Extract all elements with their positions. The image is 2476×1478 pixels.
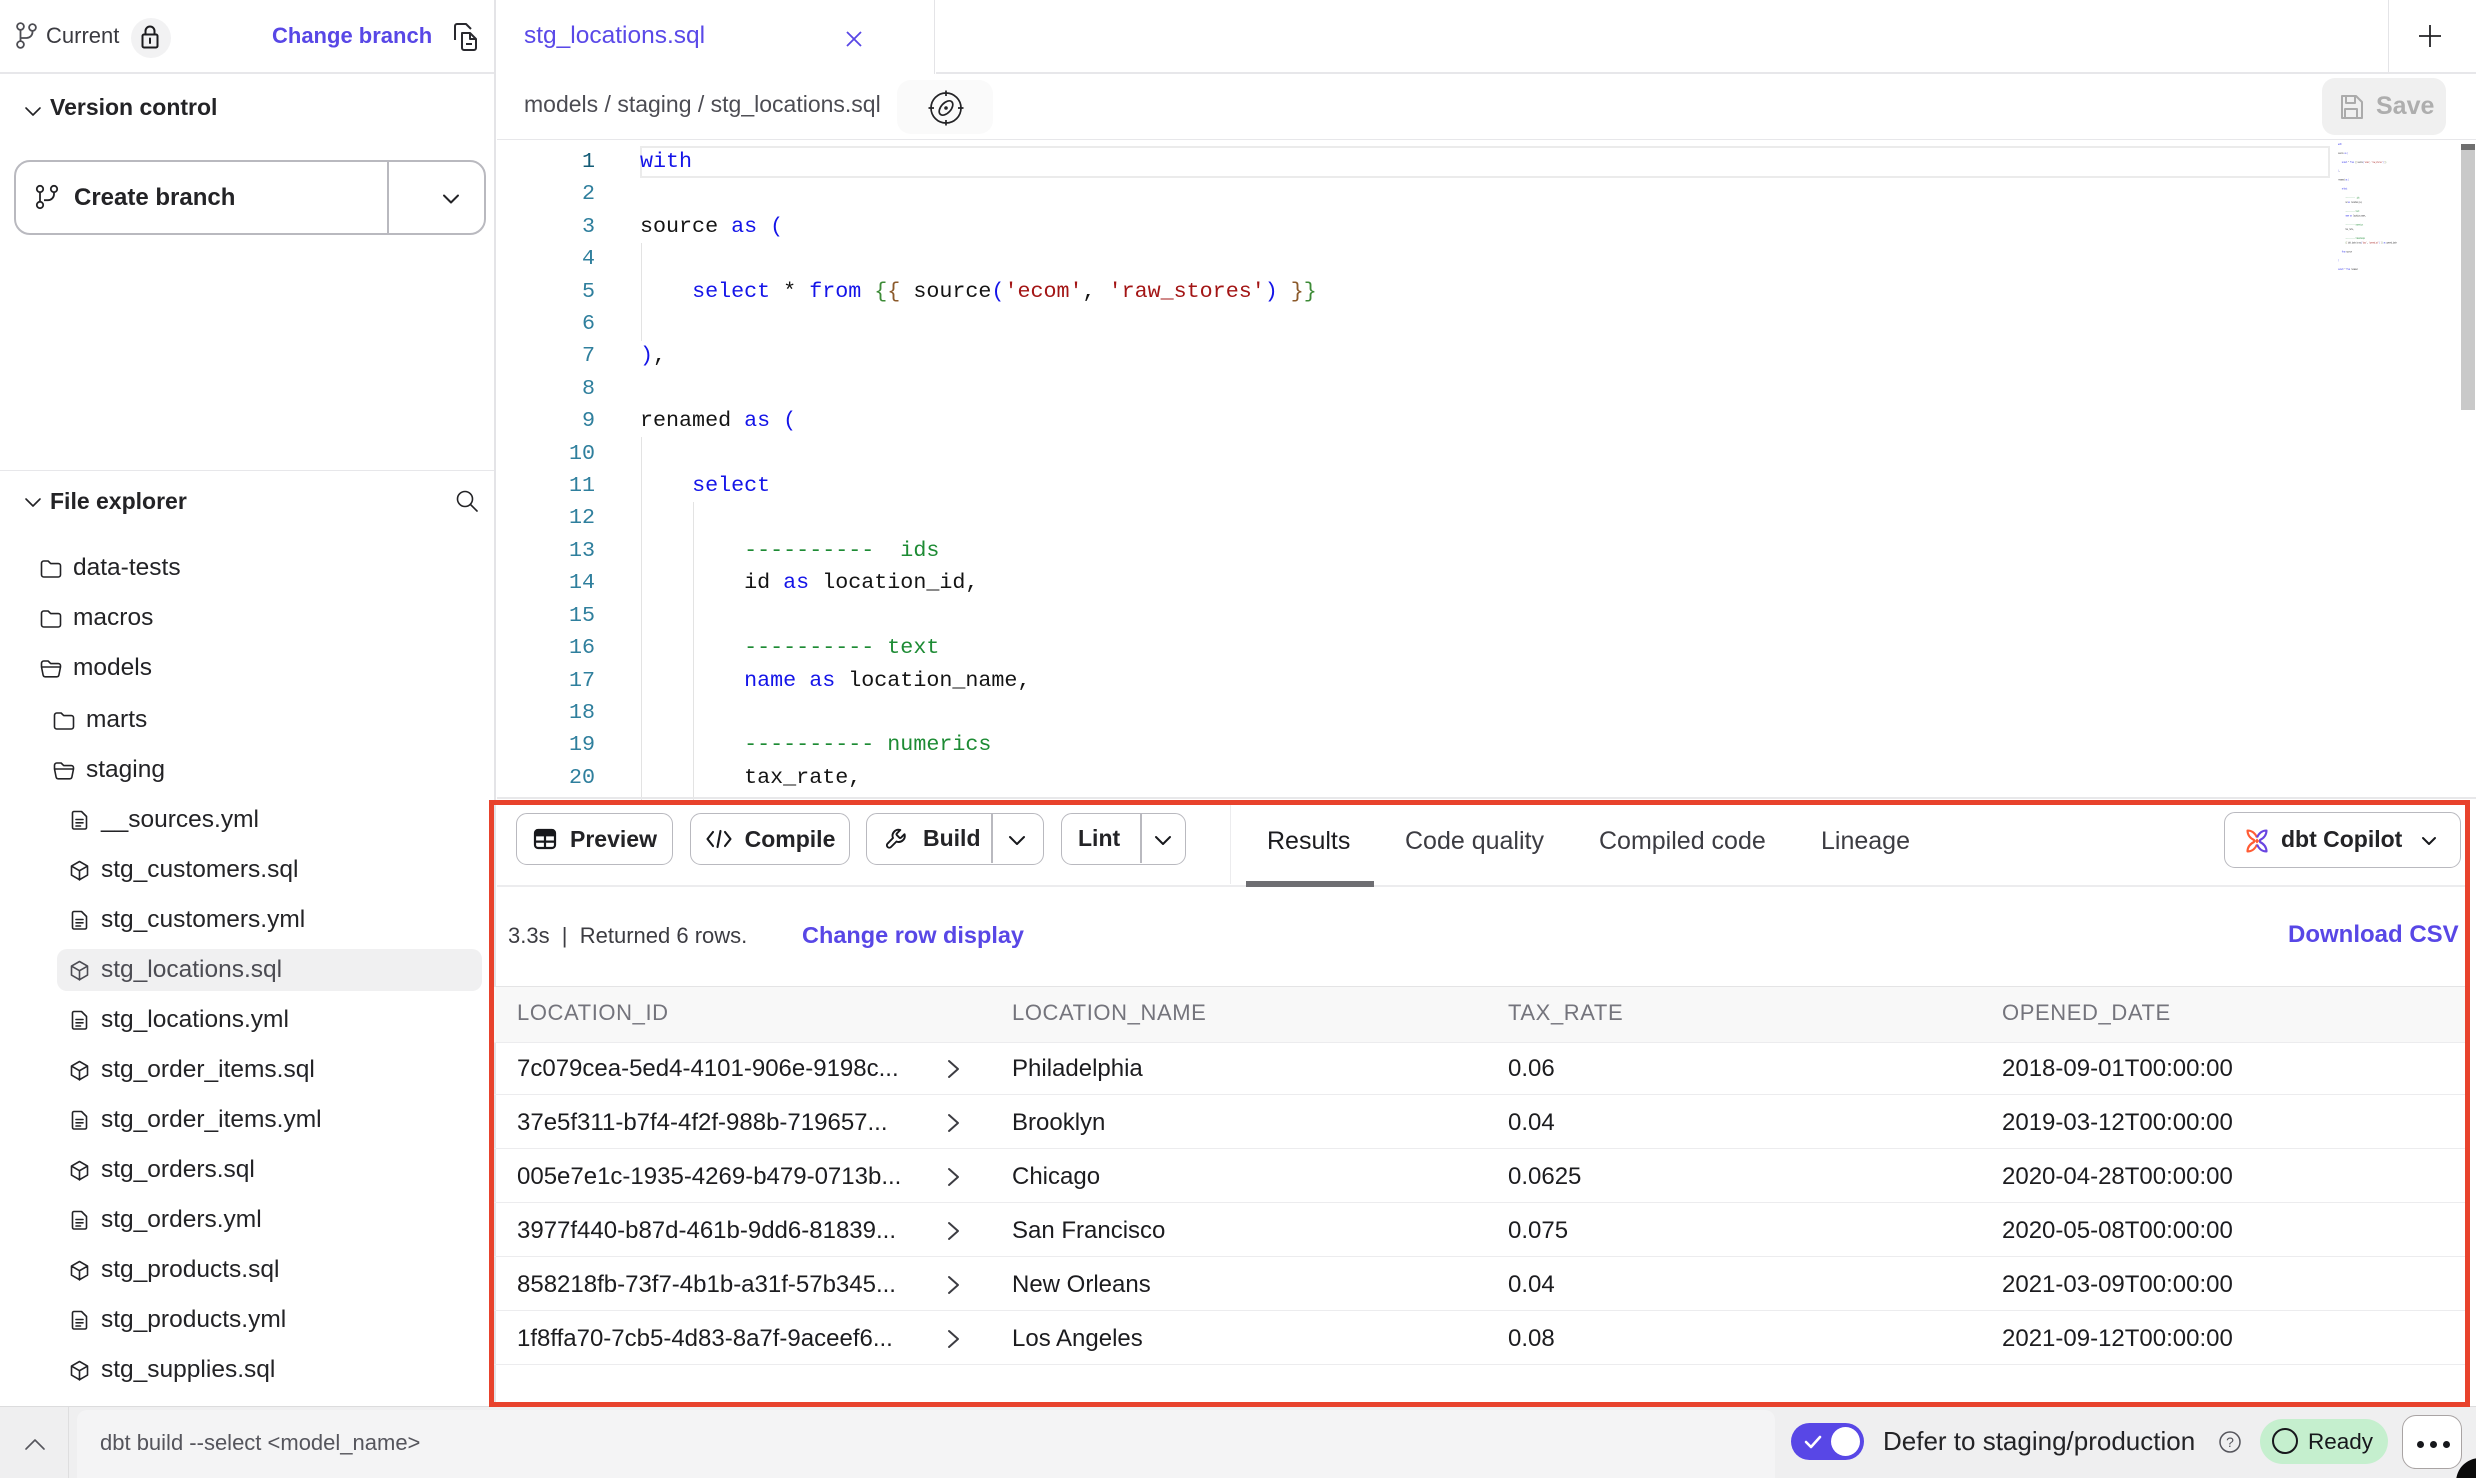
svg-text:?: ? <box>2226 1434 2234 1450</box>
